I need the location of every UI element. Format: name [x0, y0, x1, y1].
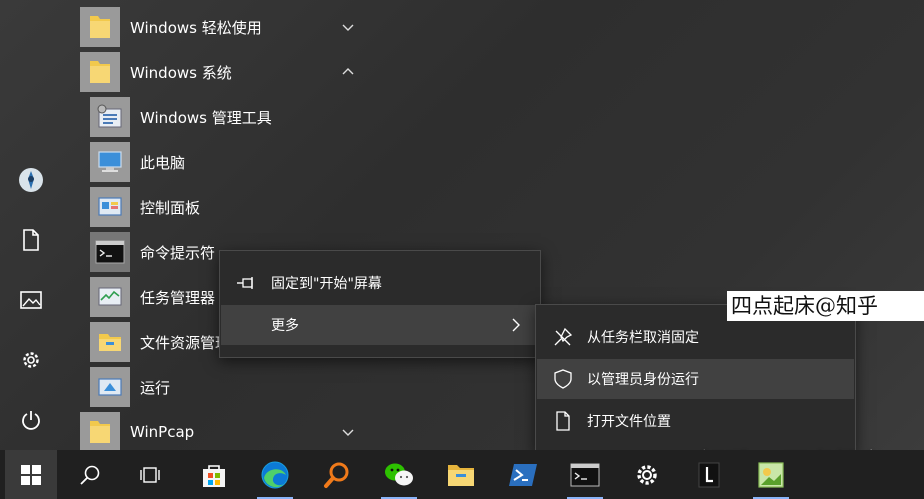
- app-item-windows-ease-of-access[interactable]: Windows 轻松使用: [80, 5, 262, 49]
- app-item-task-manager[interactable]: 任务管理器: [90, 275, 215, 319]
- app-item-control-panel[interactable]: 控制面板: [90, 185, 200, 229]
- file-explorer-icon: [90, 322, 130, 362]
- folder-icon: [80, 412, 120, 452]
- app-item-label: 命令提示符: [140, 243, 216, 262]
- task-view-icon[interactable]: [124, 450, 176, 499]
- pictures-icon[interactable]: [10, 279, 52, 321]
- start-rail: [0, 0, 62, 450]
- edge-icon[interactable]: [249, 450, 301, 499]
- app-item-label: WinPcap: [130, 423, 195, 441]
- app-item-label: Windows 系统: [130, 63, 232, 82]
- app-item-command-prompt[interactable]: 命令提示符: [90, 230, 215, 274]
- unpin-icon: [551, 325, 575, 349]
- settings-icon[interactable]: [10, 339, 52, 381]
- chevron-right-icon: [512, 318, 520, 332]
- watermark-top: 四点起床@知乎: [727, 291, 924, 321]
- menu-item-unpin-from-taskbar[interactable]: 从任务栏取消固定: [537, 317, 854, 357]
- taskbar: [0, 450, 924, 499]
- chevron-up-icon[interactable]: [340, 64, 356, 80]
- chevron-down-icon[interactable]: [340, 424, 356, 440]
- pin-icon: [235, 271, 259, 295]
- app-item-label: Windows 管理工具: [140, 108, 272, 127]
- menu-item-label: 更多: [271, 318, 299, 334]
- menu-item-open-file-location[interactable]: 打开文件位置: [537, 401, 854, 441]
- more-submenu: 从任务栏取消固定 以管理员身份运行 打开文件位置: [535, 304, 856, 454]
- windows-start-icon[interactable]: [5, 450, 57, 499]
- run-icon: [90, 367, 130, 407]
- menu-item-run-as-admin[interactable]: 以管理员身份运行: [537, 359, 854, 399]
- menu-item-label: 打开文件位置: [587, 414, 671, 430]
- shield-icon: [551, 367, 575, 391]
- task-manager-icon: [90, 277, 130, 317]
- menu-item-label: 从任务栏取消固定: [587, 330, 699, 346]
- everything-search-icon[interactable]: [311, 450, 363, 499]
- power-icon[interactable]: [10, 399, 52, 441]
- search-icon[interactable]: [64, 450, 116, 499]
- menu-item-label: 以管理员身份运行: [587, 372, 699, 388]
- app-item-this-pc[interactable]: 此电脑: [90, 140, 185, 184]
- settings-icon[interactable]: [621, 450, 673, 499]
- documents-icon[interactable]: [10, 219, 52, 261]
- menu-item-label: 固定到"开始"屏幕: [271, 276, 382, 292]
- context-menu: 固定到"开始"屏幕 更多: [219, 250, 541, 358]
- command-prompt-icon: [90, 232, 130, 272]
- file-icon: [551, 409, 575, 433]
- app-item-winpcap[interactable]: WinPcap: [80, 410, 194, 454]
- menu-item-pin-to-start[interactable]: 固定到"开始"屏幕: [221, 263, 539, 303]
- wechat-icon[interactable]: [373, 450, 425, 499]
- app-list: Windows 轻松使用 Windows 系统 Windows 管理工具 此电脑…: [62, 0, 392, 452]
- app-item-windows-system[interactable]: Windows 系统: [80, 50, 232, 94]
- store-icon[interactable]: [188, 450, 240, 499]
- image-app-icon[interactable]: [745, 450, 797, 499]
- terminal-icon[interactable]: [559, 450, 611, 499]
- folder-icon: [80, 52, 120, 92]
- menu-item-more[interactable]: 更多: [221, 305, 539, 345]
- app-item-label: 运行: [140, 378, 171, 397]
- admin-tools-icon: [90, 97, 130, 137]
- folder-icon: [80, 7, 120, 47]
- system-icon[interactable]: [683, 450, 735, 499]
- app-item-label: 任务管理器: [140, 288, 216, 307]
- user-avatar-icon[interactable]: [10, 159, 52, 201]
- control-panel-icon: [90, 187, 130, 227]
- app-item-label: Windows 轻松使用: [130, 18, 262, 37]
- file-explorer-icon[interactable]: [435, 450, 487, 499]
- powershell-icon[interactable]: [497, 450, 549, 499]
- app-item-label: 控制面板: [140, 198, 201, 217]
- computer-icon: [90, 142, 130, 182]
- chevron-down-icon[interactable]: [340, 19, 356, 35]
- app-item-label: 此电脑: [140, 153, 186, 172]
- app-item-run[interactable]: 运行: [90, 365, 170, 409]
- app-item-windows-admin-tools[interactable]: Windows 管理工具: [90, 95, 272, 139]
